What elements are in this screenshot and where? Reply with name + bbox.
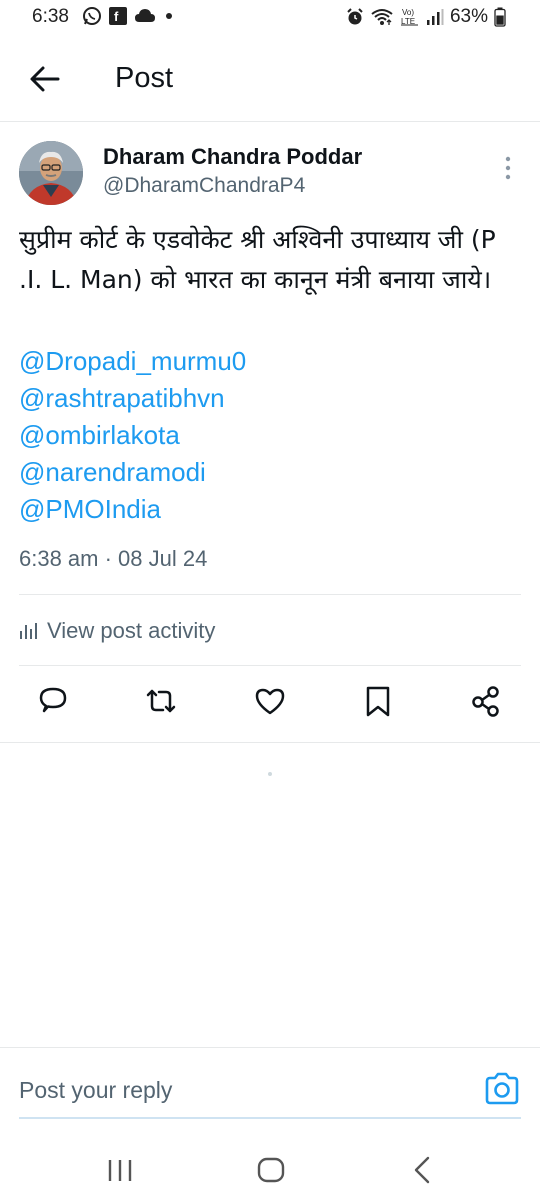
repost-icon[interactable] — [144, 684, 178, 718]
view-activity-link[interactable]: View post activity — [19, 618, 215, 644]
recent-apps-icon[interactable] — [100, 1150, 140, 1190]
mention-link[interactable]: @rashtrapatibhvn — [19, 380, 246, 417]
more-options-icon[interactable] — [498, 154, 518, 182]
svg-text:f: f — [114, 9, 119, 24]
loading-indicator — [268, 772, 272, 776]
share-icon[interactable] — [469, 684, 503, 718]
wifi-icon — [371, 9, 393, 25]
status-bar: 6:38 f Vo) LTE 63% — [0, 0, 540, 34]
mention-link[interactable]: @Dropadi_murmu0 — [19, 343, 246, 380]
home-icon[interactable] — [251, 1150, 291, 1190]
bookmark-icon[interactable] — [361, 684, 395, 718]
post-text: सुप्रीम कोर्ट के एडवोकेट श्री अश्विनी उप… — [19, 225, 496, 294]
status-left-icons: f — [82, 6, 176, 26]
top-app-bar: Post — [0, 50, 540, 110]
svg-text:Vo): Vo) — [402, 8, 414, 17]
system-nav-bar — [0, 1140, 540, 1204]
post-screen: 6:38 f Vo) LTE 63% Post Dharam Chandra P… — [0, 0, 540, 1204]
mention-link[interactable]: @narendramodi — [19, 454, 246, 491]
divider — [0, 742, 540, 743]
divider — [19, 665, 521, 666]
author-handle[interactable]: @DharamChandraP4 — [103, 174, 305, 198]
post-timestamp: 6:38 am · 08 Jul 24 — [19, 546, 208, 571]
mention-link[interactable]: @ombirlakota — [19, 417, 246, 454]
reply-icon[interactable] — [36, 684, 70, 718]
mention-link[interactable]: @PMOIndia — [19, 491, 246, 528]
back-arrow-icon[interactable] — [28, 62, 62, 96]
alarm-icon — [347, 8, 363, 25]
gallery-icon: f — [109, 7, 127, 25]
mentions-list: @Dropadi_murmu0 @rashtrapatibhvn @ombirl… — [19, 343, 246, 528]
status-right-icons: Vo) LTE 63% — [346, 6, 506, 28]
post-actions — [0, 684, 540, 724]
camera-icon[interactable] — [484, 1072, 520, 1106]
volte-icon: Vo) LTE — [400, 8, 418, 26]
battery-percent: 63% — [449, 6, 488, 27]
reply-input[interactable] — [19, 1072, 449, 1108]
avatar[interactable] — [19, 141, 83, 205]
whatsapp-icon — [83, 7, 101, 25]
reply-underline — [19, 1117, 521, 1119]
dot-icon — [166, 13, 172, 19]
author-name[interactable]: Dharam Chandra Poddar — [103, 144, 362, 170]
avatar-image — [19, 141, 83, 205]
analytics-icon — [20, 623, 37, 639]
signal-icon — [426, 9, 444, 25]
battery-icon — [494, 7, 506, 27]
cloud-icon — [135, 9, 155, 22]
status-time: 6:38 — [32, 6, 69, 27]
view-activity-label: View post activity — [47, 618, 216, 643]
like-icon[interactable] — [253, 684, 287, 718]
page-title: Post — [115, 62, 174, 94]
divider — [19, 594, 521, 595]
nav-back-icon[interactable] — [404, 1150, 444, 1190]
header-divider — [0, 121, 540, 122]
reply-divider — [0, 1047, 540, 1048]
